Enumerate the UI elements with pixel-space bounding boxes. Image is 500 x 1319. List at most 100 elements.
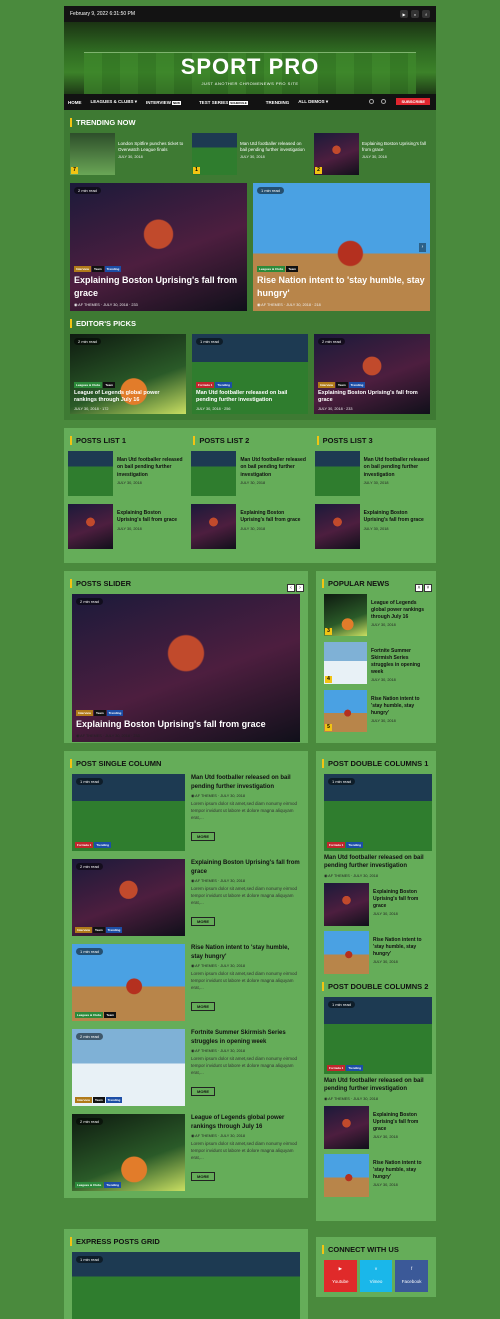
- post-title[interactable]: Rise Nation intent to 'stay humble, stay…: [373, 931, 428, 958]
- tag[interactable]: Trending: [104, 265, 122, 272]
- nav-trending[interactable]: TRENDING: [266, 100, 290, 105]
- popular-item-title[interactable]: Rise Nation intent to 'stay humble, stay…: [371, 690, 428, 717]
- tag[interactable]: Team: [93, 1097, 105, 1103]
- youtube-button[interactable]: ▶ Youtube: [324, 1260, 357, 1292]
- dark-mode-icon[interactable]: [369, 99, 374, 104]
- author[interactable]: AF THEMES: [195, 964, 217, 968]
- post-title[interactable]: Explaining Boston Uprising's fall from g…: [191, 859, 300, 876]
- editors-card-title[interactable]: League of Legends global power rankings …: [74, 390, 182, 405]
- youtube-icon[interactable]: ▶: [400, 10, 408, 18]
- vimeo-button[interactable]: v Vimeo: [359, 1260, 393, 1292]
- post-thumb[interactable]: 1 min read Formula 1 Trending: [324, 774, 432, 851]
- tag[interactable]: Interview: [74, 265, 92, 272]
- author[interactable]: AF THEMES: [328, 1097, 350, 1101]
- tag[interactable]: Formula 1: [75, 842, 94, 848]
- tag[interactable]: Leagues & Clubs: [74, 381, 103, 388]
- single-post[interactable]: 1 min read Formula 1 Trending Man Utd foot…: [72, 774, 300, 851]
- tag[interactable]: Interview: [75, 1097, 93, 1103]
- post-thumb[interactable]: 2 min read Leagues & Clubs Trending: [72, 1114, 185, 1191]
- trending-thumb[interactable]: 2: [314, 133, 359, 175]
- popular-item-title[interactable]: League of Legends global power rankings …: [371, 594, 428, 621]
- tag[interactable]: Trending: [215, 381, 233, 388]
- post-title[interactable]: Explaining Boston Uprising's fall from g…: [373, 1106, 428, 1133]
- tag[interactable]: Team: [103, 381, 115, 388]
- vimeo-icon[interactable]: v: [411, 10, 419, 18]
- search-icon[interactable]: [381, 99, 386, 104]
- author[interactable]: AF THEMES: [195, 1049, 217, 1053]
- list-item[interactable]: Explaining Boston Uprising's fall from g…: [314, 504, 432, 549]
- post-thumb[interactable]: [324, 1153, 369, 1197]
- list-item[interactable]: Explaining Boston Uprising's fall from g…: [68, 504, 185, 549]
- popular-item-title[interactable]: Fortnite Summer Skirmish Series struggle…: [371, 642, 428, 676]
- list-item-title[interactable]: Explaining Boston Uprising's fall from g…: [364, 504, 432, 525]
- list-item[interactable]: Explaining Boston Uprising's fall from g…: [191, 504, 308, 549]
- double-main-post[interactable]: 1 min read Formula 1 Trending Man Utd foot…: [324, 774, 432, 878]
- trending-item[interactable]: 2 Explaining Boston Uprising's fall from…: [314, 133, 430, 175]
- more-button[interactable]: MORE: [191, 916, 215, 926]
- post-title[interactable]: Man Utd footballer released on bail pend…: [191, 774, 300, 791]
- list-item-title[interactable]: Man Utd footballer released on bail pend…: [240, 451, 308, 479]
- double-main-post[interactable]: 1 min read Formula 1 Trending Man Utd foot…: [324, 996, 432, 1101]
- post-thumb[interactable]: [324, 1105, 369, 1149]
- next-arrow-icon[interactable]: ›: [419, 243, 426, 252]
- list-thumb[interactable]: [68, 504, 113, 549]
- tag[interactable]: Trending: [346, 1064, 364, 1071]
- tag[interactable]: Trending: [94, 842, 112, 848]
- tag[interactable]: Trending: [105, 927, 123, 933]
- author[interactable]: AF THEMES: [195, 794, 217, 798]
- trending-item-title[interactable]: London Spitfire punches ticket to Overwa…: [118, 141, 186, 153]
- author[interactable]: AF THEMES: [261, 303, 283, 307]
- tag[interactable]: Leagues & Clubs: [257, 265, 286, 272]
- popular-thumb[interactable]: 5: [324, 690, 367, 732]
- nav-interview[interactable]: INTERVIEW NEW: [146, 100, 190, 105]
- trending-thumb[interactable]: 7: [70, 133, 115, 175]
- editors-card-title[interactable]: Explaining Boston Uprising's fall from g…: [318, 390, 426, 405]
- post-title[interactable]: Man Utd footballer released on bail pend…: [324, 854, 428, 871]
- featured-card[interactable]: 2 min read Interview Team Trending Explain…: [70, 183, 247, 311]
- editors-card[interactable]: 2 min read Leagues & Clubs Team League of…: [70, 334, 186, 414]
- slider-post-title[interactable]: Explaining Boston Uprising's fall from g…: [76, 718, 296, 731]
- slider-card[interactable]: 2 min read Interview Team Trending Explain…: [72, 594, 300, 742]
- tag[interactable]: Trending: [106, 709, 124, 716]
- single-post[interactable]: 2 min read Leagues & Clubs Trending League…: [72, 1114, 300, 1191]
- post-title[interactable]: Explaining Boston Uprising's fall from g…: [373, 883, 428, 910]
- list-thumb[interactable]: [314, 504, 360, 549]
- list-item[interactable]: Man Utd footballer released on bail pend…: [191, 451, 308, 496]
- author[interactable]: AF THEMES: [328, 874, 350, 878]
- editors-card[interactable]: 1 min read Formula 1 Trending Man Utd foo…: [192, 334, 308, 414]
- post-thumb[interactable]: 2 min read Interview Team Trending: [72, 1029, 185, 1106]
- more-button[interactable]: MORE: [191, 1171, 215, 1181]
- single-post[interactable]: 2 min read Interview Team Trending Explaini…: [72, 859, 300, 936]
- post-thumb[interactable]: [324, 882, 369, 926]
- list-thumb[interactable]: [314, 451, 360, 496]
- more-button[interactable]: MORE: [191, 1086, 215, 1096]
- tag[interactable]: Team: [94, 709, 106, 716]
- tag[interactable]: Interview: [76, 709, 94, 716]
- up-arrow-icon[interactable]: ˄: [415, 583, 423, 592]
- nav-test-series[interactable]: TEST SERIES SCHEDULE: [199, 100, 257, 105]
- express-post-card[interactable]: 1 min read: [72, 1252, 300, 1319]
- double-small-post[interactable]: Rise Nation intent to 'stay humble, stay…: [324, 1153, 428, 1197]
- post-thumb[interactable]: [324, 930, 369, 974]
- list-item-title[interactable]: Man Utd footballer released on bail pend…: [117, 451, 185, 479]
- trending-item[interactable]: 7 London Spitfire punches ticket to Over…: [70, 133, 186, 175]
- tag[interactable]: Trending: [348, 381, 366, 388]
- double-small-post[interactable]: Rise Nation intent to 'stay humble, stay…: [324, 930, 428, 974]
- editors-card[interactable]: 2 min read Interview Team Trending Explain…: [314, 334, 430, 414]
- nav-home[interactable]: HOME: [68, 100, 82, 105]
- author[interactable]: AF THEMES: [195, 879, 217, 883]
- trending-item-title[interactable]: Explaining Boston Uprising's fall from g…: [362, 141, 430, 153]
- post-thumb[interactable]: 2 min read Interview Team Trending: [72, 859, 185, 936]
- featured-title[interactable]: Rise Nation intent to 'stay humble, stay…: [257, 274, 426, 300]
- popular-thumb[interactable]: 4: [324, 642, 367, 684]
- double-small-post[interactable]: Explaining Boston Uprising's fall from g…: [324, 882, 428, 926]
- prev-arrow-icon[interactable]: ‹: [287, 583, 295, 592]
- down-arrow-icon[interactable]: ˅: [424, 583, 432, 592]
- list-item-title[interactable]: Explaining Boston Uprising's fall from g…: [240, 504, 308, 525]
- post-title[interactable]: League of Legends global power rankings …: [191, 1114, 300, 1131]
- tag[interactable]: Formula 1: [327, 1064, 346, 1071]
- subscribe-button[interactable]: SUBSCRIBE: [396, 98, 430, 105]
- trending-thumb[interactable]: 1: [192, 133, 237, 175]
- nav-leagues[interactable]: LEAGUES & CLUBS ▾: [91, 99, 138, 105]
- post-title[interactable]: Rise Nation intent to 'stay humble, stay…: [373, 1154, 428, 1181]
